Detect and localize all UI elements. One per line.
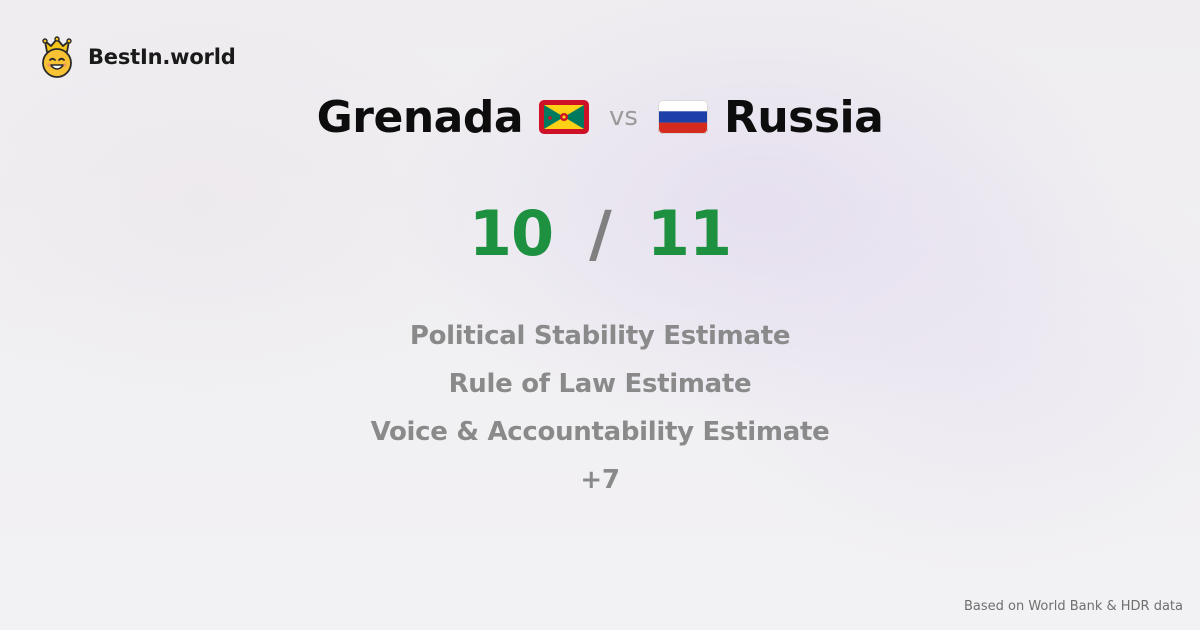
metric-rule-of-law[interactable]: Rule of Law Estimate bbox=[449, 360, 752, 408]
data-source-note: Based on World Bank & HDR data bbox=[963, 599, 1183, 614]
right-score: 11 bbox=[646, 196, 732, 270]
score-comparison: 10 / 11 bbox=[0, 192, 1200, 274]
metric-list: Political Stability Estimate Rule of Law… bbox=[0, 312, 1200, 504]
right-country-name[interactable]: Russia bbox=[724, 92, 884, 143]
metric-voice-accountability[interactable]: Voice & Accountability Estimate bbox=[371, 408, 830, 456]
left-country-name[interactable]: Grenada bbox=[317, 92, 524, 143]
brand-name: BestIn.world bbox=[88, 45, 236, 69]
russia-flag-icon bbox=[657, 100, 708, 134]
more-metrics-count[interactable]: +7 bbox=[580, 456, 620, 504]
left-score: 10 bbox=[468, 196, 554, 270]
crowned-smiley-icon bbox=[42, 36, 72, 78]
grenada-flag-icon bbox=[539, 100, 590, 134]
vs-label: vs bbox=[609, 102, 638, 132]
comparison-header: Grenada vs Russia bbox=[0, 86, 1200, 148]
metric-political-stability[interactable]: Political Stability Estimate bbox=[410, 312, 791, 360]
score-separator: / bbox=[589, 196, 612, 270]
brand[interactable]: BestIn.world bbox=[38, 36, 236, 78]
